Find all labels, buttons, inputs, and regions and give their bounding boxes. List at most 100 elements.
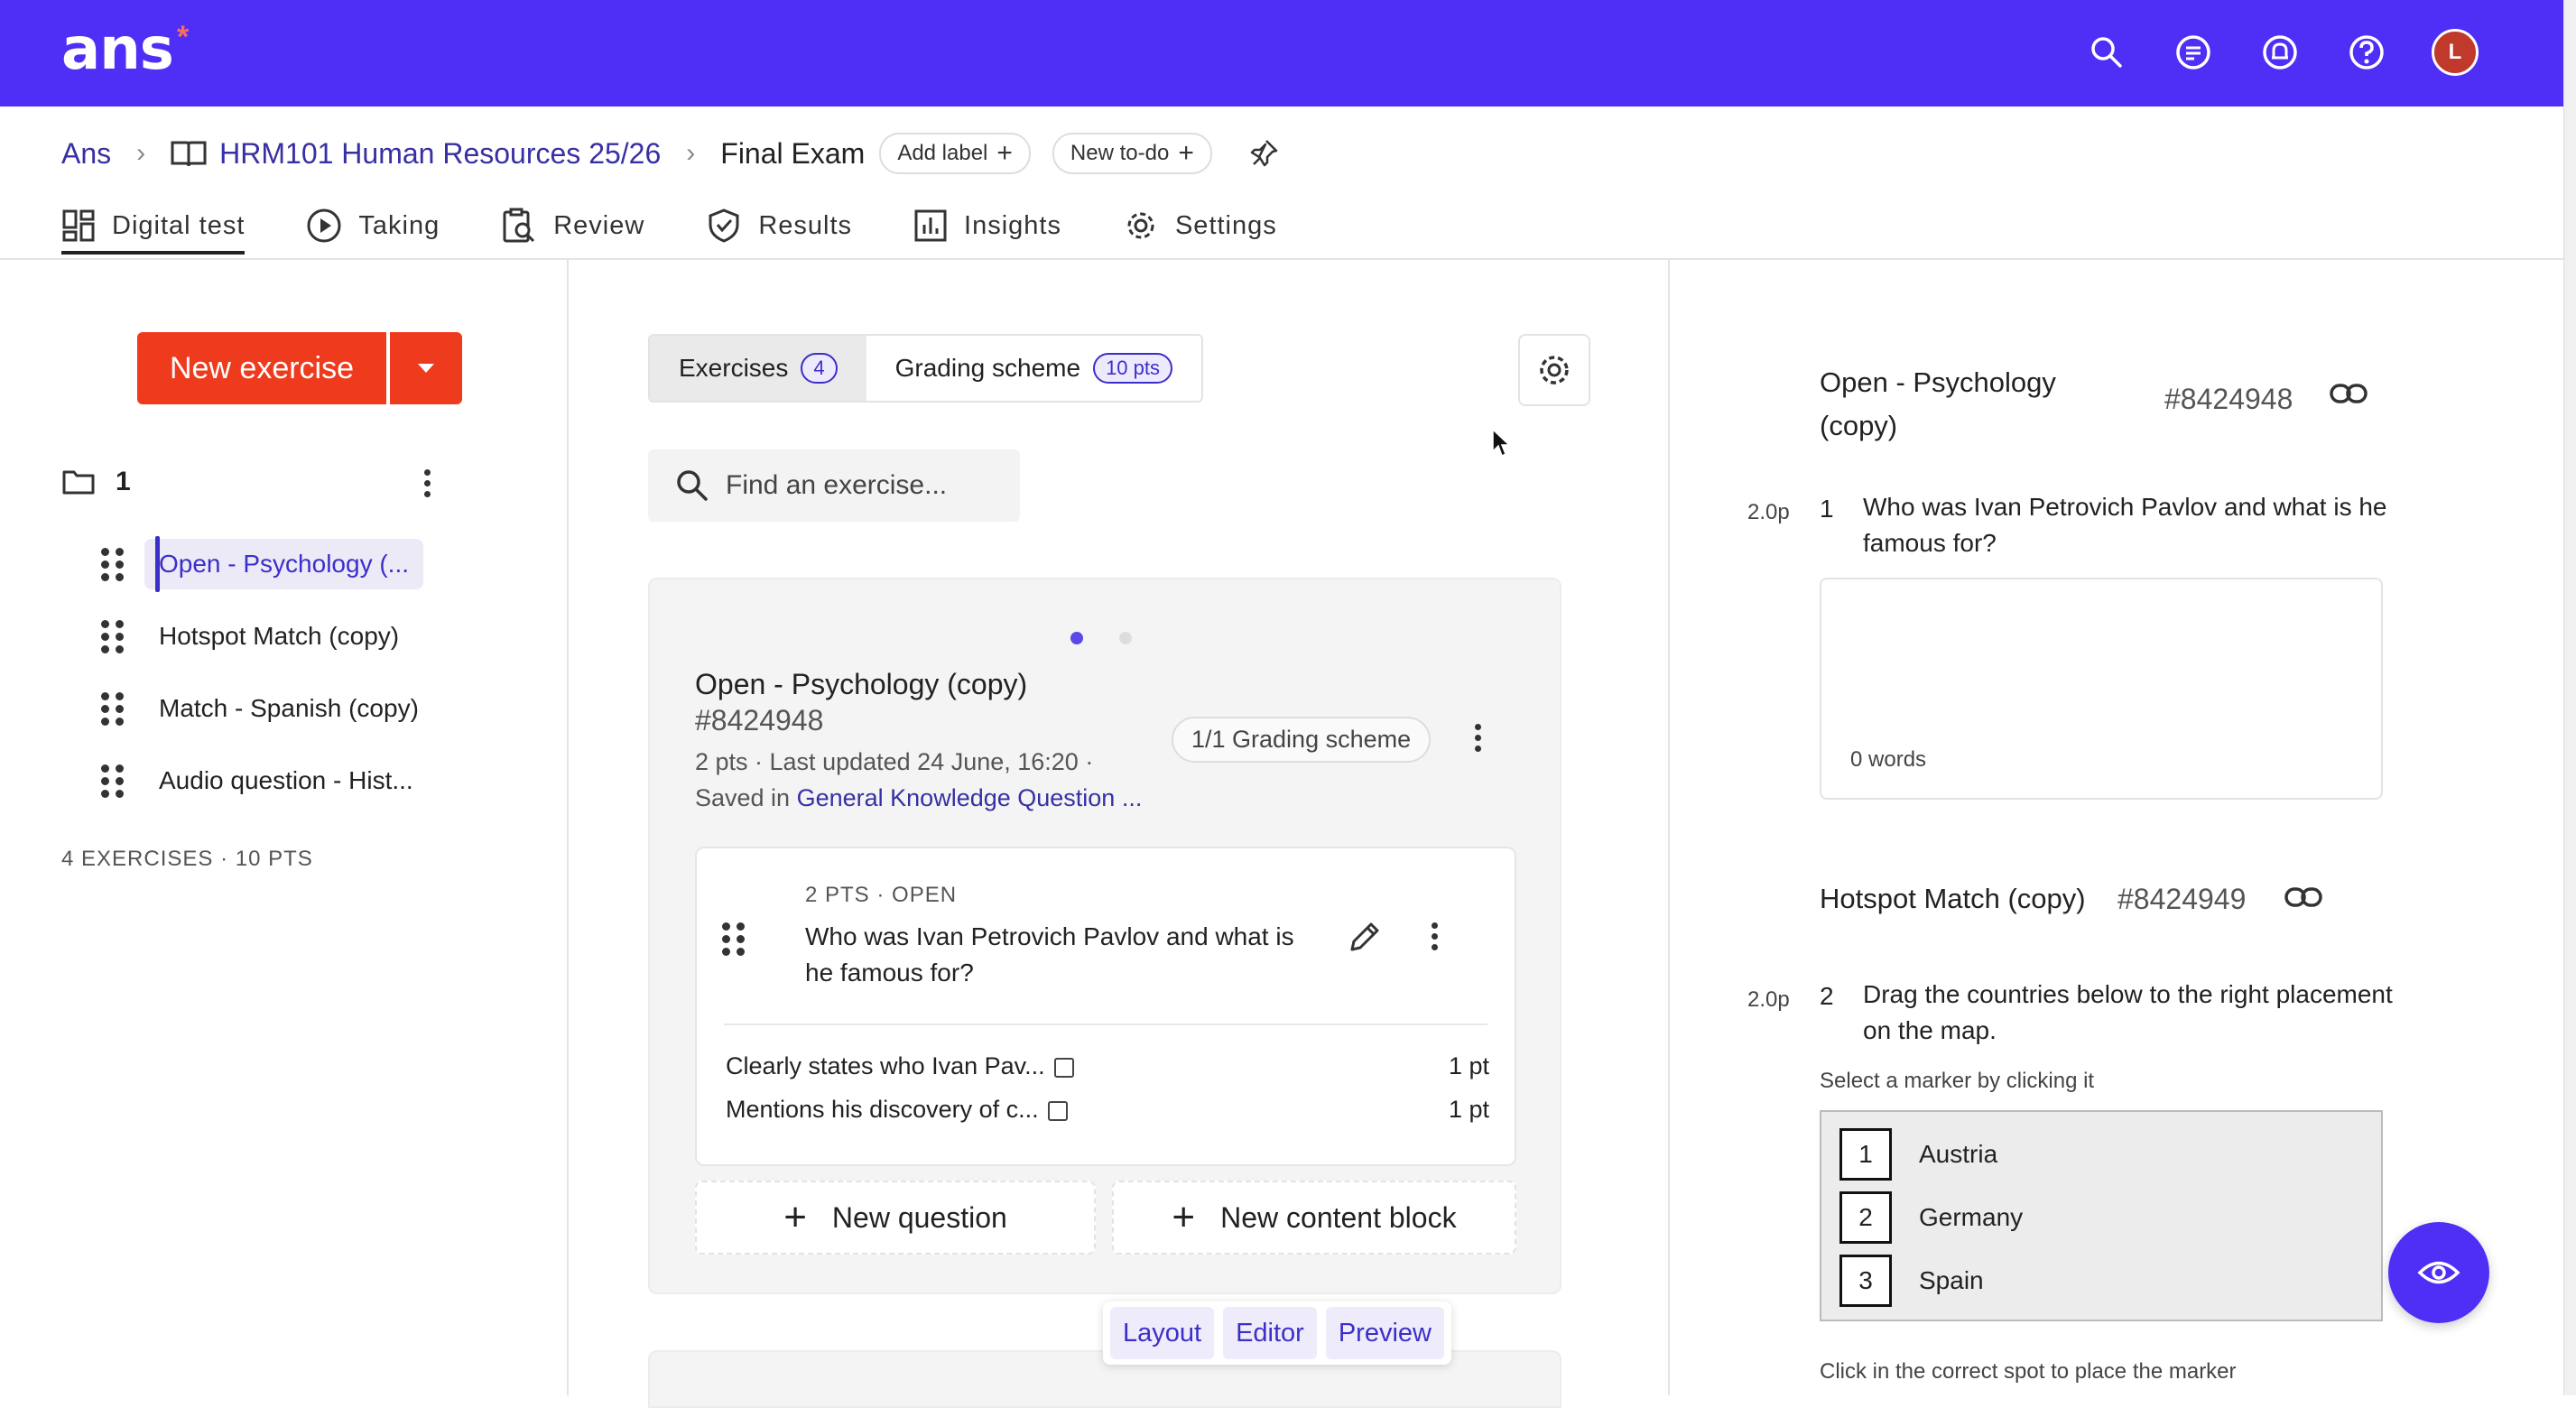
exercise-sidebar: New exercise 1 Open - Psychology (... Ho… — [0, 260, 569, 1395]
pin-icon[interactable] — [1248, 138, 1279, 169]
plus-icon: + — [996, 138, 1013, 168]
criterion-label: Mentions his discovery of c... — [726, 1096, 1039, 1123]
exercise-summary: 4 EXERCISES · 10 PTS — [61, 847, 313, 871]
marker-hint: Select a marker by clicking it — [1820, 1069, 2095, 1093]
plus-icon: + — [1178, 138, 1194, 168]
edit-pencil-icon[interactable] — [1347, 919, 1383, 959]
saved-in-link[interactable]: General Knowledge Question ... — [797, 784, 1143, 811]
drag-handle-icon[interactable] — [101, 691, 128, 726]
tab-label: Results — [758, 210, 853, 240]
user-avatar[interactable]: L — [2432, 29, 2479, 76]
drag-handle-icon[interactable] — [722, 922, 749, 956]
drag-handle-icon[interactable] — [101, 619, 128, 653]
new-question-button[interactable]: + New question — [695, 1181, 1096, 1255]
bar-chart-icon — [914, 209, 947, 242]
tab-insights[interactable]: Insights — [913, 197, 1061, 255]
exercise-card: Open - Psychology (copy) #8424948 2 pts … — [648, 578, 1561, 1294]
exercise-more-icon[interactable] — [1475, 724, 1481, 752]
active-indicator — [155, 536, 160, 592]
preview-exercise-title: Hotspot Match (copy) — [1820, 883, 2086, 914]
criterion-points: 1 pt — [1448, 1052, 1489, 1079]
marker-list: 1 Austria 2 Germany 3 Spain — [1820, 1110, 2383, 1321]
grading-scheme-chip[interactable]: 1/1 Grading scheme — [1172, 717, 1432, 763]
exercise-meta-line: 2 pts · Last updated 24 June, 16:20 · — [695, 748, 1094, 775]
exercise-label: Audio question - Hist... — [159, 766, 413, 794]
exercise-title: Open - Psychology (copy) — [695, 668, 1028, 700]
tab-label: Settings — [1174, 210, 1277, 240]
search-placeholder: Find an exercise... — [726, 470, 948, 500]
exercise-search-input[interactable]: Find an exercise... — [648, 449, 1020, 522]
preview-exercise-id: #8424948 — [2164, 383, 2293, 415]
grading-scheme-tab[interactable]: Grading scheme 10 pts — [866, 336, 1201, 401]
chevron-right-icon: › — [686, 138, 696, 168]
exercise-label: Hotspot Match (copy) — [159, 622, 400, 650]
review-icon — [503, 208, 535, 243]
tab-label: Review — [553, 210, 645, 240]
new-todo-button[interactable]: New to-do + — [1052, 133, 1212, 174]
exercise-settings-button[interactable] — [1518, 334, 1590, 406]
drag-handle-icon[interactable] — [101, 547, 128, 581]
search-icon[interactable] — [2081, 27, 2132, 78]
question-block: 2 PTS · OPEN Who was Ivan Petrovich Pavl… — [695, 847, 1516, 1166]
ans-logo[interactable]: ans — [61, 16, 174, 83]
preview-exercise-title: Open - Psychology (copy) — [1820, 366, 2056, 441]
marker-item[interactable]: 2 Germany — [1839, 1191, 2023, 1244]
exercise-meta: 2 pts · Last updated 24 June, 16:20 · Sa… — [695, 744, 1142, 816]
exercises-tab-label: Exercises — [679, 354, 789, 382]
criterion-label: Clearly states who Ivan Pav... — [726, 1052, 1045, 1079]
gear-icon — [1540, 356, 1569, 384]
preview-question-text: Who was Ivan Petrovich Pavlov and what i… — [1863, 493, 2387, 557]
plus-icon: + — [1172, 1195, 1196, 1239]
marker-item[interactable]: 1 Austria — [1839, 1128, 1997, 1181]
new-content-block-button[interactable]: + New content block — [1112, 1181, 1516, 1255]
breadcrumb-root[interactable]: Ans — [61, 137, 111, 171]
exercise-label: Open - Psychology (... — [144, 539, 424, 589]
preview-eye-button[interactable] — [2388, 1222, 2489, 1323]
exercises-count-badge: 4 — [801, 353, 838, 384]
answer-textarea[interactable]: 0 words — [1820, 578, 2383, 800]
criterion-row[interactable]: Clearly states who Ivan Pav... 1 pt — [726, 1052, 1489, 1080]
folder-more-icon[interactable] — [424, 469, 431, 497]
note-icon — [1053, 1057, 1074, 1078]
link-icon[interactable] — [2284, 885, 2323, 914]
feedback-icon[interactable] — [2168, 27, 2219, 78]
marker-label: Germany — [1919, 1203, 2024, 1231]
question-more-icon[interactable] — [1432, 922, 1438, 950]
carousel-dots[interactable] — [1070, 632, 1132, 644]
layout-button[interactable]: Layout — [1110, 1307, 1215, 1359]
tab-taking[interactable]: Taking — [306, 197, 440, 255]
add-label-button[interactable]: Add label + — [879, 133, 1031, 174]
help-icon[interactable] — [2341, 27, 2392, 78]
grading-points-badge: 10 pts — [1093, 353, 1172, 384]
exercises-tab[interactable]: Exercises 4 — [650, 336, 866, 401]
new-exercise-button[interactable]: New exercise — [137, 332, 386, 404]
link-icon[interactable] — [2329, 381, 2368, 411]
sidebar-exercise-item[interactable]: Open - Psychology (... — [101, 536, 462, 592]
tab-review[interactable]: Review — [501, 197, 644, 255]
drag-handle-icon[interactable] — [101, 764, 128, 798]
note-icon — [1047, 1100, 1068, 1121]
view-segmented-control: Exercises 4 Grading scheme 10 pts — [648, 334, 1203, 403]
folder-row[interactable]: 1 — [61, 460, 449, 504]
criterion-row[interactable]: Mentions his discovery of c... 1 pt — [726, 1096, 1489, 1124]
breadcrumb-course[interactable]: HRM101 Human Resources 25/26 — [219, 137, 661, 171]
sidebar-exercise-item[interactable]: Hotspot Match (copy) — [101, 608, 462, 664]
shield-check-icon — [709, 208, 739, 243]
window-scrollbar[interactable] — [2563, 0, 2576, 1395]
eye-icon — [2417, 1261, 2460, 1284]
tab-label: Taking — [358, 210, 440, 240]
logo-star: * — [177, 20, 190, 54]
sidebar-exercise-item[interactable]: Match - Spanish (copy) — [101, 681, 462, 736]
tab-settings[interactable]: Settings — [1123, 197, 1277, 255]
question-meta: 2 PTS · OPEN — [805, 883, 958, 907]
tab-digital-test[interactable]: Digital test — [61, 197, 246, 255]
sidebar-exercise-item[interactable]: Audio question - Hist... — [101, 753, 462, 809]
new-exercise-dropdown-button[interactable] — [390, 332, 462, 404]
tab-results[interactable]: Results — [706, 197, 852, 255]
marker-item[interactable]: 3 Spain — [1839, 1255, 1984, 1307]
notifications-icon[interactable] — [2255, 27, 2305, 78]
page-title: Final Exam — [720, 136, 866, 170]
preview-button[interactable]: Preview — [1325, 1307, 1444, 1359]
saved-in-label: Saved in — [695, 784, 791, 811]
editor-button[interactable]: Editor — [1223, 1307, 1317, 1359]
